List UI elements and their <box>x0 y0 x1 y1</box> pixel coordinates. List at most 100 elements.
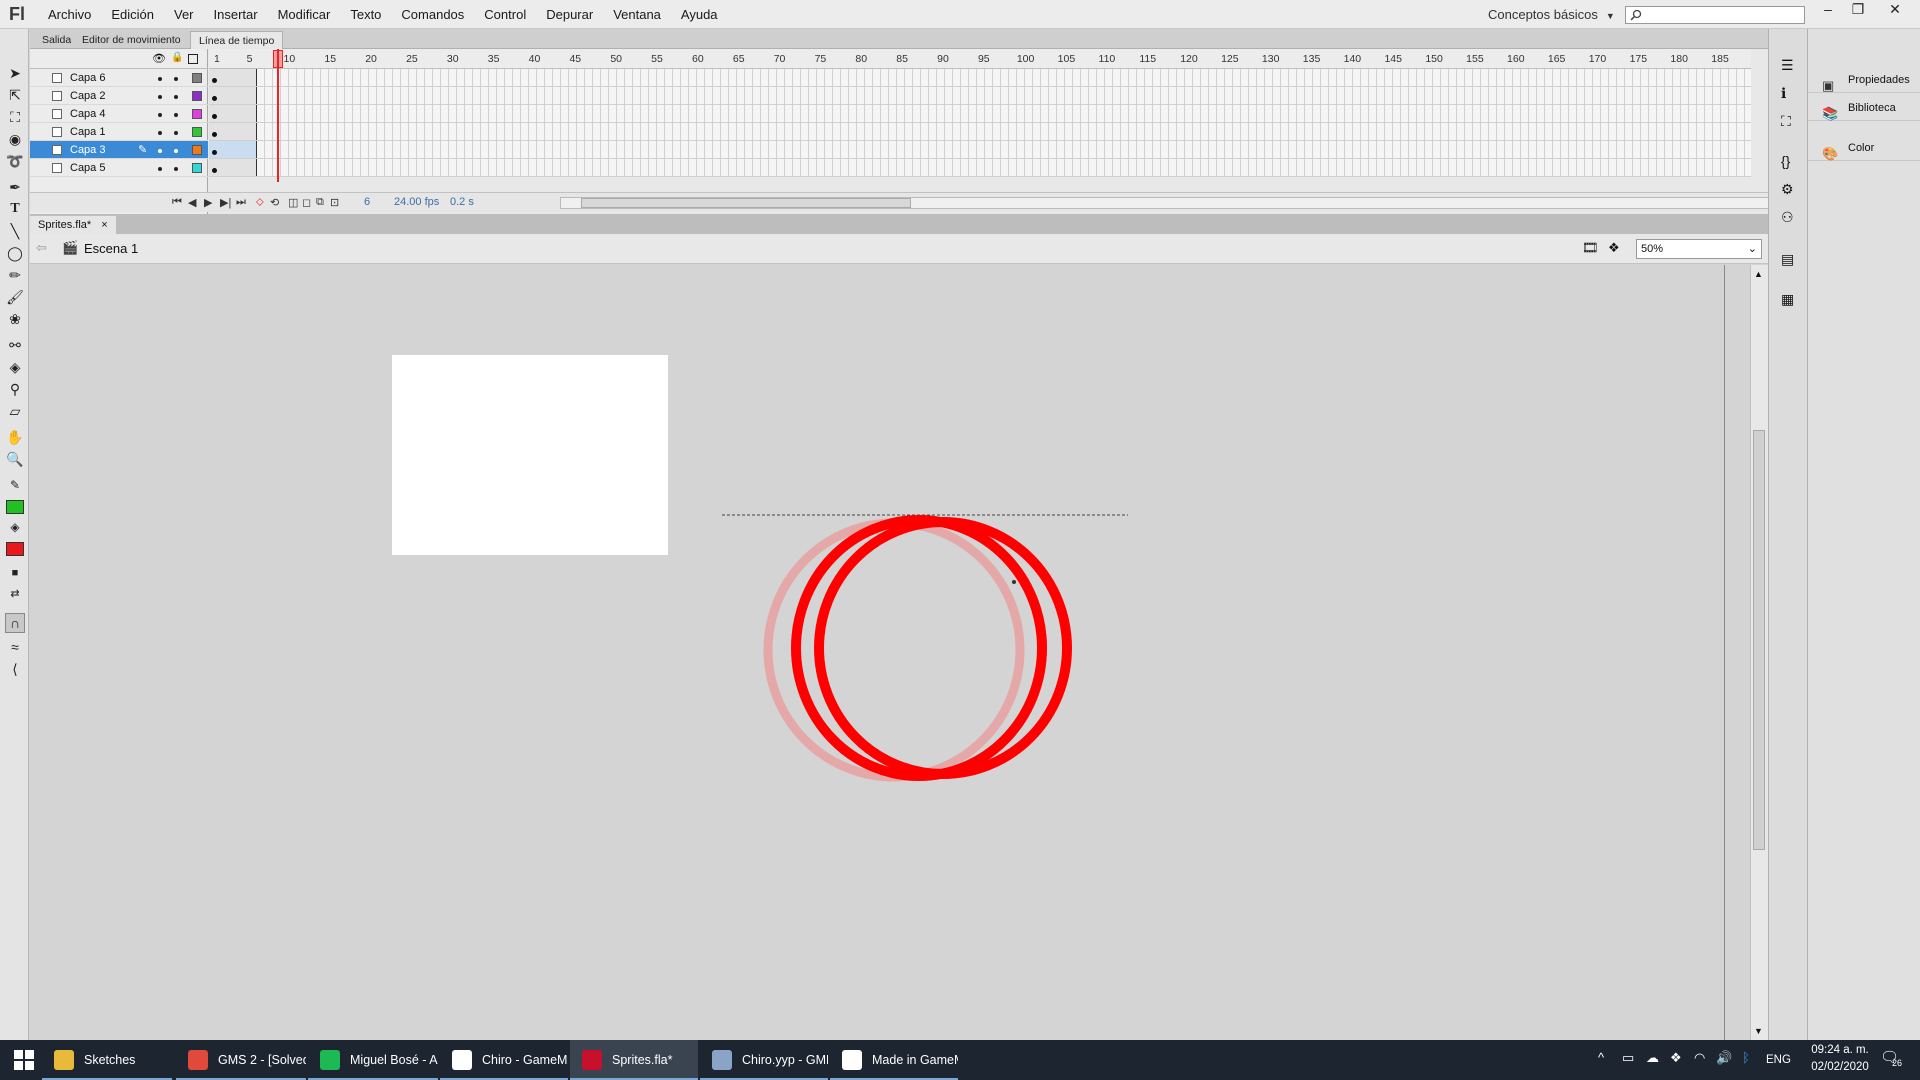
outline-icon[interactable] <box>188 54 198 64</box>
current-frame[interactable]: 6 <box>364 196 370 208</box>
lock-dot[interactable] <box>174 113 178 117</box>
menu-control[interactable]: Control <box>474 0 536 29</box>
menu-texto[interactable]: Texto <box>340 0 391 29</box>
pen-tool-icon[interactable]: ✒ <box>5 177 25 197</box>
frame-row[interactable] <box>209 87 1751 105</box>
3d-rotation-tool-icon[interactable]: ◉ <box>5 129 25 149</box>
swatches-icon[interactable]: ▦ <box>1781 291 1794 308</box>
dock-biblioteca[interactable]: 📚 Biblioteca <box>1808 95 1920 121</box>
stage-vscroll[interactable]: ▲ ▼ <box>1750 265 1768 1040</box>
frame-ruler[interactable]: 1 5 10 15 20 25 30 35 40 45 50 55 60 65 70 75 80 85 90 95 10… <box>209 49 1751 69</box>
taskbar-item[interactable]: Chiro.yyp - GMEdit <box>700 1040 828 1080</box>
taskbar-item[interactable]: GMS 2 - [Solved + ... <box>176 1040 306 1080</box>
lock-dot[interactable] <box>174 131 178 135</box>
dropbox-icon[interactable]: ❖ <box>1670 1050 1682 1066</box>
volume-icon[interactable]: 🔊 <box>1716 1050 1732 1066</box>
lock-icon[interactable]: 🔒 <box>171 52 183 63</box>
keyframe-span[interactable] <box>209 87 257 104</box>
snap-magnet-icon[interactable]: ∩ <box>5 613 25 633</box>
stroke-color-swatch[interactable] <box>5 497 25 517</box>
frame-row[interactable] <box>209 69 1751 87</box>
visibility-dot[interactable] <box>158 149 162 153</box>
deco-tool-icon[interactable]: ❀ <box>5 309 25 329</box>
restore-icon[interactable]: ❐ <box>1843 0 1873 20</box>
bone-tool-icon[interactable]: ⚯ <box>5 335 25 355</box>
minimize-icon[interactable]: – <box>1813 0 1843 20</box>
lock-dot[interactable] <box>174 77 178 81</box>
workspace-switcher[interactable]: Conceptos básicos ▼ <box>1488 0 1615 31</box>
notification-center[interactable]: 🗨 26 <box>1880 1048 1906 1072</box>
keyframe-dot[interactable] <box>212 114 217 119</box>
stage-vscroll-thumb[interactable] <box>1753 430 1765 850</box>
align-icon[interactable]: ☰ <box>1781 57 1794 74</box>
swap-colors-icon[interactable]: ⇄ <box>5 583 25 603</box>
taskbar-item[interactable]: Made in GameMak... <box>830 1040 958 1080</box>
menu-ver[interactable]: Ver <box>164 0 204 29</box>
visibility-dot[interactable] <box>158 95 162 99</box>
smooth-icon[interactable]: ≈ <box>5 637 25 657</box>
keyframe-span[interactable] <box>209 159 257 176</box>
red-circle-b[interactable] <box>814 517 1072 779</box>
close-tab-icon[interactable]: × <box>101 219 107 231</box>
layer-row[interactable]: Capa 5 <box>30 159 208 177</box>
tab-salida[interactable]: Salida <box>34 31 79 49</box>
layer-outline-swatch[interactable] <box>192 91 202 101</box>
keyframe-span[interactable] <box>209 123 257 140</box>
stage-area[interactable] <box>30 265 1753 1040</box>
onion-markers-icon[interactable]: ⊡ <box>330 196 339 209</box>
layer-row[interactable]: Capa 1 <box>30 123 208 141</box>
dock-color[interactable]: 🎨 Color <box>1808 135 1920 161</box>
code-snippets-icon[interactable]: {} <box>1781 153 1790 169</box>
frame-row[interactable] <box>209 105 1751 123</box>
timeline-hscroll[interactable] <box>560 197 1778 209</box>
line-tool-icon[interactable]: ╲ <box>5 221 25 241</box>
info-icon[interactable]: ℹ <box>1781 85 1786 102</box>
default-colors-icon[interactable]: ■ <box>5 563 25 583</box>
layer-row[interactable]: Capa 6 <box>30 69 208 87</box>
layer-name[interactable]: Capa 1 <box>70 123 105 141</box>
edit-scene-icon[interactable]: 🎞 <box>1582 240 1599 256</box>
layer-row[interactable]: Capa 4 <box>30 105 208 123</box>
fill-color-swatch[interactable] <box>5 539 25 559</box>
lock-dot[interactable] <box>174 149 178 153</box>
windows-start-icon[interactable] <box>14 1050 34 1070</box>
subselection-tool-icon[interactable]: ⇱ <box>5 85 25 105</box>
menu-ayuda[interactable]: Ayuda <box>671 0 728 29</box>
last-frame-icon[interactable]: ⏭ <box>236 196 246 209</box>
frame-rate[interactable]: 24.00 fps <box>394 196 439 208</box>
menu-comandos[interactable]: Comandos <box>391 0 474 29</box>
layer-name[interactable]: Capa 3 <box>70 141 105 159</box>
visibility-dot[interactable] <box>158 113 162 117</box>
layer-outline-swatch[interactable] <box>192 109 202 119</box>
dock-propiedades[interactable]: ▣ Propiedades <box>1808 67 1920 93</box>
frame-row[interactable] <box>209 141 1751 159</box>
history-icon[interactable]: ▤ <box>1781 251 1794 268</box>
menu-ventana[interactable]: Ventana <box>603 0 671 29</box>
zoom-tool-icon[interactable]: 🔍 <box>5 449 25 469</box>
prev-frame-icon[interactable]: ◀ <box>188 196 196 209</box>
scroll-up-icon[interactable]: ▲ <box>1754 269 1763 279</box>
taskbar-item[interactable]: Miguel Bosé - Aire ... <box>308 1040 438 1080</box>
frame-grid[interactable]: 1 5 10 15 20 25 30 35 40 45 50 55 60 65 70 75 80 85 90 95 10… <box>209 49 1751 214</box>
lock-dot[interactable] <box>174 95 178 99</box>
pencil-tool-icon[interactable]: ✏ <box>5 265 25 285</box>
tab-linea-tiempo[interactable]: Línea de tiempo <box>190 31 284 49</box>
layer-name[interactable]: Capa 6 <box>70 69 105 87</box>
menu-edicion[interactable]: Edición <box>101 0 164 29</box>
brush-tool-icon[interactable]: 🖌 <box>5 287 25 307</box>
onedrive-icon[interactable]: ☁ <box>1646 1050 1659 1066</box>
text-tool-icon[interactable]: T <box>5 199 25 219</box>
layer-name[interactable]: Capa 5 <box>70 159 105 177</box>
next-frame-icon[interactable]: ▶| <box>220 196 231 209</box>
visibility-dot[interactable] <box>158 167 162 171</box>
frame-cells[interactable] <box>209 69 1751 177</box>
center-frame-icon[interactable]: ⬦ <box>256 196 264 209</box>
bluetooth-icon[interactable]: ᛒ <box>1742 1050 1750 1065</box>
hand-tool-icon[interactable]: ✋ <box>5 427 25 447</box>
close-icon[interactable]: ✕ <box>1880 0 1910 20</box>
straighten-icon[interactable]: ⟨ <box>5 659 25 679</box>
oval-tool-icon[interactable]: ◯ <box>5 243 25 263</box>
scene-name[interactable]: Escena 1 <box>84 241 138 256</box>
layer-name[interactable]: Capa 4 <box>70 105 105 123</box>
taskbar-item[interactable]: Sprites.fla* <box>570 1040 698 1080</box>
